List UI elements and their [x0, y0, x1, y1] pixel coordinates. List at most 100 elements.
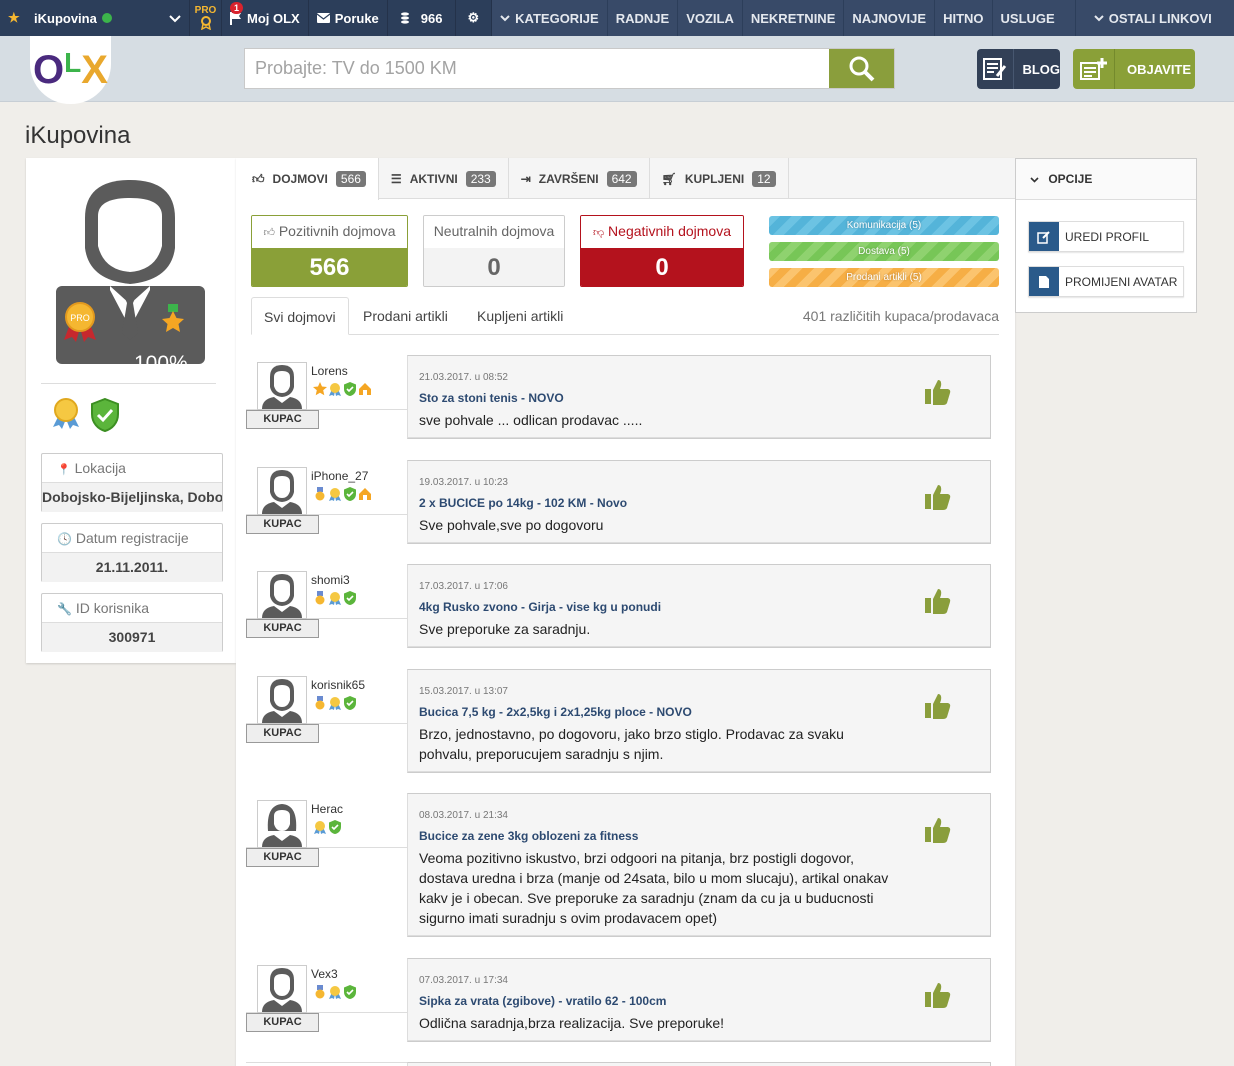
reviewer-name[interactable]: iPhone_27: [311, 469, 368, 483]
search-input[interactable]: [245, 49, 829, 88]
reviewer-badges: [313, 985, 357, 1004]
verified-shield-icon: [91, 398, 119, 432]
house-badge-icon: [358, 382, 372, 401]
reviewer-badges: [313, 696, 357, 715]
tab-kupljeni[interactable]: 🛒︎ KUPLJENI 12: [650, 158, 789, 199]
subtab-svi-dojmovi[interactable]: Svi dojmovi: [251, 297, 349, 335]
online-status-icon: [101, 13, 112, 23]
tab-dojmovi[interactable]: 👍︎ DOJMOVI 566: [236, 158, 379, 200]
reviewer-name[interactable]: Lorens: [311, 364, 348, 378]
reviewer-name[interactable]: korisnik65: [311, 678, 365, 692]
blog-button[interactable]: BLOG: [977, 49, 1060, 89]
messages-link[interactable]: Poruke: [309, 0, 388, 36]
medal-badge-icon: [313, 591, 327, 610]
nav-label: RADNJE: [615, 10, 670, 26]
pro-link[interactable]: PRO: [190, 0, 222, 36]
nav-label: OSTALI LINKOVI: [1108, 10, 1212, 26]
nav-label: HITNO: [943, 10, 984, 26]
subtab-prodani-artikli[interactable]: Prodani artikli: [351, 297, 460, 335]
positive-label-row: 👍︎ Pozitivnih dojmova: [252, 216, 407, 248]
reviewer-name[interactable]: Vex3: [311, 967, 338, 981]
search-button[interactable]: [829, 49, 894, 88]
review-item-title[interactable]: Sto za stoni tenis - NOVO: [419, 391, 564, 405]
nav-kategorije[interactable]: KATEGORIJE: [492, 0, 608, 36]
main-content: 👍︎ DOJMOVI 566 ☰ AKTIVNI 233 ⇥ ZAVRŠENI …: [236, 158, 1015, 1066]
review-item-title[interactable]: 4kg Rusko zvono - Girja - vise kg u ponu…: [419, 600, 661, 614]
ribbon-badge-icon: [313, 820, 327, 839]
reviewer-card[interactable]: korisnik65: [246, 669, 408, 724]
review-body: 17.03.2017. u 17:06 4kg Rusko zvono - Gir…: [407, 564, 991, 648]
positive-label: Pozitivnih dojmova: [278, 223, 396, 239]
tab-count: 642: [606, 170, 637, 187]
credits-link[interactable]: 966: [388, 0, 456, 36]
profile-tabs: 👍︎ DOJMOVI 566 ☰ AKTIVNI 233 ⇥ ZAVRŠENI …: [236, 158, 1015, 200]
wrench-icon: 🔧: [57, 602, 72, 616]
review-item-title[interactable]: Bucica 7,5 kg - 2x2,5kg i 2x1,25kg ploce…: [419, 705, 692, 719]
reviewer-role: KUPAC: [246, 724, 319, 743]
shield-badge-icon: [328, 820, 342, 839]
nav-label: VOZILA: [686, 10, 734, 26]
divider: [41, 383, 216, 384]
nav-usluge[interactable]: USLUGE: [992, 0, 1076, 36]
subtab-kupljeni-artikli[interactable]: Kupljeni artikli: [465, 297, 575, 335]
reviewer-role: KUPAC: [246, 619, 319, 638]
neutral-feedback-box[interactable]: Neutralnih dojmova 0: [423, 215, 565, 287]
reviewer-card[interactable]: iPhone_27: [246, 460, 408, 515]
chevron-down-icon: [1030, 172, 1039, 186]
nav-vozila[interactable]: VOZILA: [678, 0, 743, 36]
nav-najnovije[interactable]: NAJNOVIJE: [844, 0, 936, 36]
tab-zavrseni[interactable]: ⇥ ZAVRŠENI 642: [509, 158, 650, 199]
page-title: iKupovina: [25, 122, 131, 149]
tab-aktivni[interactable]: ☰ AKTIVNI 233: [379, 158, 509, 199]
nav-hitno[interactable]: HITNO: [935, 0, 993, 36]
review-item: Herac KUPAC 08.03.2017. u 21:34 Bucice za z…: [246, 793, 992, 937]
reviewer-avatar: [257, 800, 307, 848]
olx-logo[interactable]: OLX: [30, 36, 111, 104]
reviewer-card[interactable]: shomi3: [246, 564, 408, 619]
settings-link[interactable]: ⚙: [456, 0, 493, 36]
medal-badge-icon: [313, 985, 327, 1004]
user-menu[interactable]: ★ iKupovina: [0, 0, 190, 36]
notification-badge: 1: [230, 2, 244, 14]
thumbs-up-icon: [925, 378, 951, 411]
user-id-label-row: 🔧 ID korisnika: [42, 594, 222, 623]
negative-feedback-box[interactable]: 👎︎ Negativnih dojmova 0: [580, 215, 744, 287]
profile-badges: [50, 398, 120, 432]
change-avatar-button[interactable]: PROMIJENI AVATAR: [1028, 266, 1184, 297]
review-item: korisnik65 KUPAC 15.03.2017. u 13:07 Bucica…: [246, 669, 992, 773]
positive-feedback-box[interactable]: 👍︎ Pozitivnih dojmova 566: [251, 215, 408, 287]
site-header: OLX BLOG OBJAVITE: [0, 36, 1234, 104]
nav-label: NEKRETNINE: [750, 10, 836, 26]
review-item-title[interactable]: Bucice za zene 3kg oblozeni za fitness: [419, 829, 638, 843]
reviewer-avatar: [257, 676, 307, 724]
messages-label: Poruke: [334, 10, 379, 26]
location-label: Lokacija: [74, 460, 126, 476]
options-title: OPCIJE: [1048, 172, 1093, 186]
reviewer-card[interactable]: Lorens: [246, 355, 408, 410]
registration-value: 21.11.2011.: [42, 553, 222, 582]
neutral-count: 0: [424, 248, 564, 286]
review-item-title[interactable]: 2 x BUCICE po 14kg - 102 KM - Novo: [419, 496, 627, 510]
review-item-title[interactable]: Sipka za vrata (zgibove) - vratilo 62 - …: [419, 994, 666, 1008]
reviewer-card[interactable]: Herac: [246, 793, 408, 848]
reviewer-name[interactable]: shomi3: [311, 573, 350, 587]
reviewer-name[interactable]: Herac: [311, 802, 343, 816]
review-date: 15.03.2017. u 13:07: [419, 686, 508, 697]
reviewer-badges: [313, 591, 357, 610]
search-bar: [244, 48, 895, 89]
location-label-row: 📍 Lokacija: [42, 454, 222, 483]
options-header[interactable]: OPCIJE: [1016, 159, 1196, 200]
nav-radnje[interactable]: RADNJE: [607, 0, 679, 36]
pro-medal-icon: PRO: [64, 302, 96, 342]
objavite-button[interactable]: OBJAVITE: [1073, 49, 1195, 89]
tab-label: DOJMOVI: [272, 172, 328, 186]
nav-ostali-linkovi[interactable]: OSTALI LINKOVI: [1075, 0, 1234, 36]
review-item-partial: [246, 1062, 992, 1066]
nav-nekretnine[interactable]: NEKRETNINE: [742, 0, 845, 36]
house-badge-icon: [358, 487, 372, 506]
edit-profile-button[interactable]: UREDI PROFIL: [1028, 221, 1184, 252]
reviewer-card[interactable]: Vex3: [246, 958, 408, 1013]
positive-count: 566: [252, 248, 407, 286]
moj-olx-link[interactable]: 1 Moj OLX: [222, 0, 309, 36]
cart-icon: 🛒︎: [661, 171, 677, 186]
